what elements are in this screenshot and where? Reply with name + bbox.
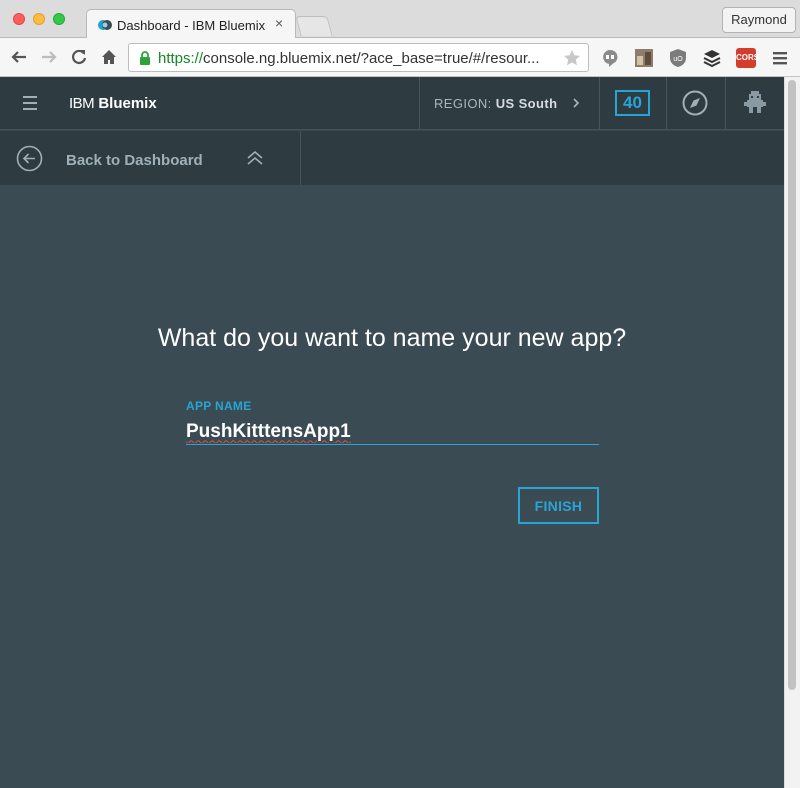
compass-icon[interactable] (682, 90, 708, 116)
app-header: IBM Bluemix REGION: US South 40 (0, 77, 784, 130)
back-button[interactable] (8, 46, 30, 68)
close-window-button[interactable] (13, 13, 25, 25)
bluemix-favicon-icon (98, 20, 112, 30)
cors-extension-icon[interactable]: CORS (736, 48, 759, 68)
arrow-right-icon (42, 51, 57, 63)
buffer-layers-icon[interactable] (702, 48, 722, 68)
context-bar: Back to Dashboard (0, 131, 784, 185)
lock-icon (140, 51, 150, 65)
chevron-double-up-icon[interactable] (246, 151, 264, 165)
main-content: What do you want to name your new app? A… (0, 185, 784, 788)
profile-button[interactable]: Raymond (722, 7, 796, 33)
photo-extension-icon[interactable] (634, 48, 654, 68)
back-to-dashboard-link[interactable]: Back to Dashboard (66, 152, 203, 169)
scrollbar-thumb[interactable] (788, 80, 796, 690)
finish-button[interactable]: FINISH (518, 487, 599, 524)
browser-toolbar: https://console.ng.bluemix.net/?ace_base… (0, 38, 800, 77)
ublock-shield-icon[interactable]: uO (668, 48, 688, 68)
tab-close-icon[interactable]: × (275, 15, 283, 31)
browser-tab-strip: Dashboard - IBM Bluemix × Raymond (0, 0, 800, 39)
browser-tab-dashboard[interactable]: Dashboard - IBM Bluemix × (86, 9, 296, 39)
browser-menu-icon[interactable] (770, 48, 790, 68)
ibm-bluemix-logo[interactable]: IBM Bluemix (69, 95, 157, 112)
chevron-right-icon[interactable] (571, 97, 581, 109)
forward-button[interactable] (38, 46, 60, 68)
new-tab-button[interactable] (295, 16, 333, 36)
reload-button[interactable] (68, 46, 90, 68)
minimize-window-button[interactable] (33, 13, 45, 25)
header-divider (419, 77, 420, 130)
svg-text:uO: uO (673, 56, 683, 63)
region-selector[interactable]: REGION: US South (434, 96, 557, 111)
url-text: https://console.ng.bluemix.net/?ace_base… (158, 50, 540, 67)
hangouts-extension-icon[interactable] (600, 48, 620, 68)
header-divider (599, 77, 600, 130)
browser-tab-title: Dashboard - IBM Bluemix (117, 18, 266, 33)
header-divider (666, 77, 667, 130)
app-name-input[interactable] (186, 419, 599, 445)
reload-icon (72, 49, 87, 65)
header-divider (725, 77, 726, 130)
bookmark-star-icon[interactable] (562, 48, 582, 68)
hamburger-menu-icon[interactable] (23, 96, 37, 110)
context-bar-divider (300, 131, 301, 185)
back-arrow-circle-icon[interactable] (16, 145, 43, 172)
address-bar[interactable]: https://console.ng.bluemix.net/?ace_base… (128, 43, 589, 72)
arrow-left-icon (11, 51, 26, 63)
page-title: What do you want to name your new app? (157, 324, 627, 352)
notifications-badge[interactable]: 40 (615, 90, 650, 116)
home-button[interactable] (98, 46, 120, 68)
zoom-window-button[interactable] (53, 13, 65, 25)
home-icon (102, 50, 116, 64)
user-avatar-icon[interactable] (744, 91, 766, 115)
app-name-label: APP NAME (186, 399, 252, 413)
